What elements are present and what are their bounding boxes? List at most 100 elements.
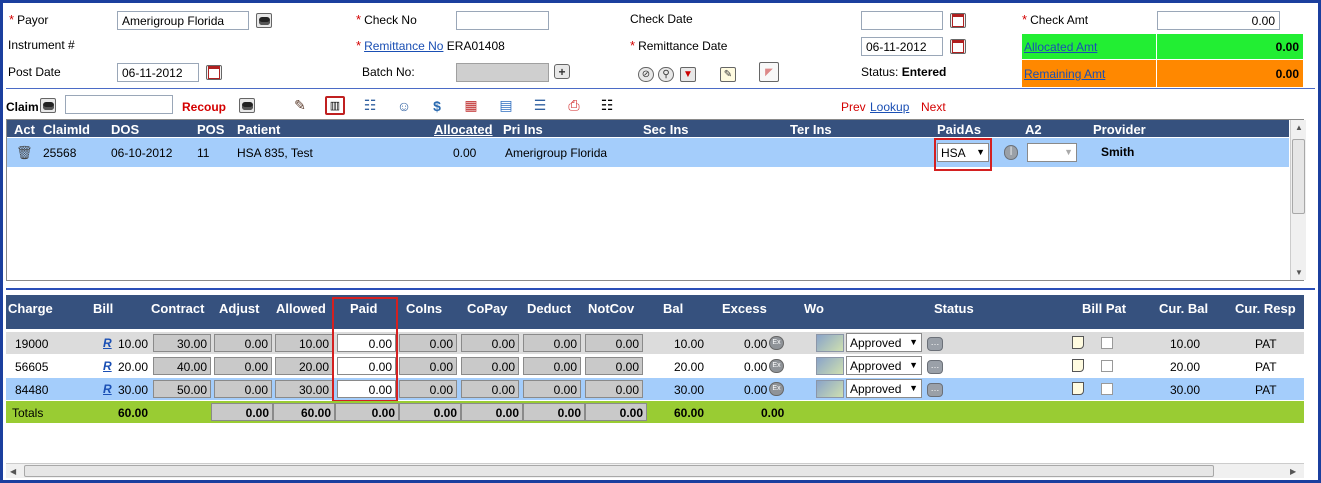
bill-pat-note-icon[interactable] (1072, 359, 1084, 372)
scroll-down-arrow-icon[interactable]: ▼ (1295, 268, 1303, 277)
adjust-field[interactable]: 0.00 (214, 357, 272, 375)
scroll-right-arrow-icon[interactable]: ▶ (1290, 467, 1296, 476)
dollar-icon[interactable]: $ (427, 96, 447, 115)
excess-ex-icon[interactable]: Ex (769, 382, 784, 396)
a2-select[interactable] (1027, 143, 1077, 162)
printer-icon[interactable]: ⎙ (564, 96, 584, 115)
next-link[interactable]: Next (921, 100, 946, 114)
remittance-no-link[interactable]: Remittance No (364, 39, 443, 53)
excess-ex-icon[interactable]: Ex (769, 359, 784, 373)
table-row[interactable]: 🗑 25568 06-10-2012 11 HSA 835, Test 0.00… (7, 138, 1289, 167)
notes-icon[interactable]: ✎ (720, 67, 736, 82)
magnifier-search-icon[interactable]: ⚲ (658, 67, 674, 82)
more-options-icon[interactable]: … (927, 383, 943, 397)
coins-field[interactable]: 0.00 (399, 357, 457, 375)
grid-table-icon[interactable]: ▤ (496, 96, 516, 115)
status-select[interactable]: Approved (846, 356, 922, 375)
scroll-up-arrow-icon[interactable]: ▲ (1295, 123, 1303, 132)
more-options-icon[interactable]: … (927, 337, 943, 351)
claims-col-pri-ins: Pri Ins (503, 122, 543, 137)
check-amt-input[interactable]: 0.00 (1157, 11, 1280, 30)
prev-link[interactable]: Prev (841, 100, 866, 114)
excess-ex-icon[interactable]: Ex (769, 336, 784, 350)
calculator-icon[interactable]: ▦ (461, 96, 481, 115)
patient-card-icon[interactable]: ☷ (360, 96, 380, 115)
form-divider (6, 88, 1315, 89)
bill-r-link[interactable]: R (103, 382, 112, 396)
bill-pat-note-icon[interactable] (1072, 382, 1084, 395)
film-strip-icon[interactable]: ☷ (597, 96, 617, 115)
allowed-field[interactable]: 30.00 (275, 380, 333, 398)
claim-input[interactable] (65, 95, 173, 114)
ledger-book-icon[interactable]: ▥ (325, 96, 345, 115)
scroll-thumb[interactable] (1292, 139, 1305, 214)
deduct-field[interactable]: 0.00 (523, 357, 581, 375)
payor-lookup-binoculars-icon[interactable] (256, 13, 272, 28)
charges-col-wo: Wo (804, 301, 824, 316)
bill-pat-checkbox[interactable] (1101, 383, 1113, 395)
trash-icon[interactable]: 🗑 (16, 145, 33, 161)
contract-field: 30.00 (153, 334, 211, 352)
scroll-thumb[interactable] (24, 465, 1214, 477)
notcov-field[interactable]: 0.00 (585, 334, 643, 352)
claim-search-binoculars-icon[interactable] (40, 98, 56, 113)
more-options-icon[interactable]: … (927, 360, 943, 374)
user-report-icon[interactable]: ☰ (530, 96, 550, 115)
attachment-clip-icon[interactable]: ⊘ (638, 67, 654, 82)
check-no-input[interactable] (456, 11, 549, 30)
bill-r-link[interactable]: R (103, 359, 112, 373)
copay-field[interactable]: 0.00 (461, 334, 519, 352)
paidas-highlight (934, 138, 992, 171)
writeoff-icon[interactable] (816, 380, 844, 398)
claims-col-allocated[interactable]: Allocated (434, 122, 493, 137)
recoup-binoculars-icon[interactable] (239, 98, 255, 113)
writeoff-icon[interactable] (816, 357, 844, 375)
check-date-input[interactable] (861, 11, 943, 30)
allowed-field[interactable]: 20.00 (275, 357, 333, 375)
charges-horizontal-scrollbar[interactable]: ◀ ▶ (6, 463, 1304, 478)
adjust-field[interactable]: 0.00 (214, 334, 272, 352)
remittance-date-calendar-icon[interactable] (950, 39, 966, 54)
status-select[interactable]: Approved (846, 379, 922, 398)
coins-field[interactable]: 0.00 (399, 334, 457, 352)
deduct-field[interactable]: 0.00 (523, 380, 581, 398)
writeoff-icon[interactable] (816, 334, 844, 352)
check-date-calendar-icon[interactable] (950, 13, 966, 28)
allowed-field[interactable]: 10.00 (275, 334, 333, 352)
edit-pencil-icon[interactable]: ✎ (290, 96, 310, 115)
payor-label: * Payor (9, 12, 48, 27)
claims-vertical-scrollbar[interactable]: ▲ ▼ (1290, 120, 1306, 280)
charges-col-deduct: Deduct (527, 301, 572, 316)
scroll-left-arrow-icon[interactable]: ◀ (10, 467, 16, 476)
table-row: 56605 R 20.00 40.00 0.00 20.00 0.00 0.00… (6, 355, 1304, 377)
bill-pat-checkbox[interactable] (1101, 360, 1113, 372)
bill-pat-note-icon[interactable] (1072, 336, 1084, 349)
post-date-input[interactable]: 06-11-2012 (117, 63, 199, 82)
claim-dos: 06-10-2012 (111, 146, 173, 160)
remaining-amt-link[interactable]: Remaining Amt (1024, 67, 1105, 81)
post-date-calendar-icon[interactable] (206, 65, 222, 80)
people-icon[interactable]: ☺ (394, 96, 414, 115)
copay-field[interactable]: 0.00 (461, 380, 519, 398)
notcov-field[interactable]: 0.00 (585, 357, 643, 375)
table-row: 84480 R 30.00 50.00 0.00 30.00 0.00 0.00… (6, 378, 1304, 400)
status-select[interactable]: Approved (846, 333, 922, 352)
charges-col-bill-pat: Bill Pat (1082, 301, 1127, 316)
batch-add-plus-icon[interactable]: + (554, 64, 570, 79)
payor-input[interactable]: Amerigroup Florida (117, 11, 249, 30)
lookup-link[interactable]: Lookup (870, 100, 909, 114)
download-save-icon[interactable]: ▼ (680, 67, 696, 82)
coins-field[interactable]: 0.00 (399, 380, 457, 398)
contract-field: 40.00 (153, 357, 211, 375)
adjust-field[interactable]: 0.00 (214, 380, 272, 398)
required-marker: * (356, 12, 362, 27)
deduct-field[interactable]: 0.00 (523, 334, 581, 352)
allocated-amt-link[interactable]: Allocated Amt (1024, 40, 1097, 54)
remittance-date-input[interactable]: 06-11-2012 (861, 37, 943, 56)
bill-r-link[interactable]: R (103, 336, 112, 350)
notcov-field[interactable]: 0.00 (585, 380, 643, 398)
info-pill-icon[interactable]: | (1004, 145, 1018, 160)
flag-corner-icon[interactable]: ◤ (759, 62, 779, 82)
bill-pat-checkbox[interactable] (1101, 337, 1113, 349)
copay-field[interactable]: 0.00 (461, 357, 519, 375)
